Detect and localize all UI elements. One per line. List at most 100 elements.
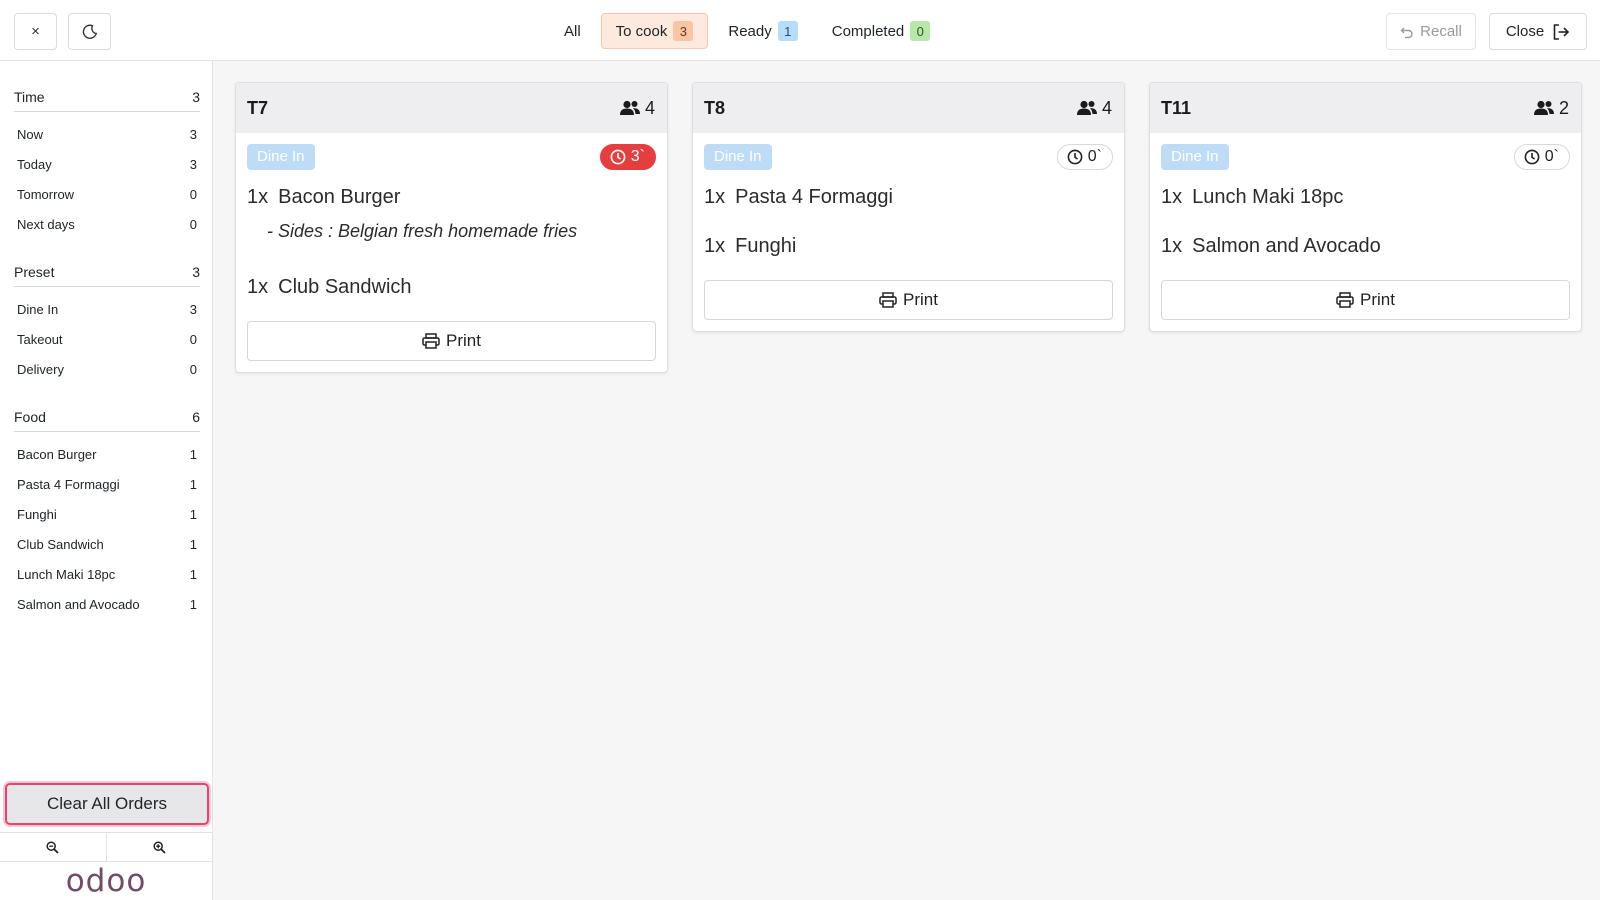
tab-to-cook[interactable]: To cook 3: [600, 13, 709, 49]
printer-icon: [422, 333, 440, 349]
card-body: Dine In 0` 1x Lunch Maki 18pc 1x Salmon …: [1150, 133, 1581, 331]
card-meta: Dine In 3`: [247, 143, 656, 170]
odoo-logo: odoo: [65, 863, 147, 899]
item-label: Now: [17, 126, 44, 142]
order-line[interactable]: 1x Lunch Maki 18pc: [1161, 186, 1570, 209]
item-label: Delivery: [17, 361, 64, 377]
sidebar-item-delivery[interactable]: Delivery 0: [17, 357, 197, 381]
tab-label: To cook: [615, 22, 668, 40]
guest-number: 4: [644, 97, 655, 118]
order-line[interactable]: 1x Bacon Burger: [247, 186, 656, 209]
line-qty: 1x: [1161, 235, 1183, 257]
order-line[interactable]: 1x Salmon and Avocado: [1161, 235, 1570, 258]
users-icon: [619, 100, 641, 116]
card-body: Dine In 3` 1x Bacon Burger - Sides : Bel…: [236, 133, 667, 372]
item-count: 0: [189, 186, 197, 202]
sidebar-item-salmon-avocado[interactable]: Salmon and Avocado 1: [17, 592, 197, 616]
order-line[interactable]: 1x Club Sandwich: [247, 276, 656, 299]
count-badge: 3: [673, 21, 694, 41]
item-label: Tomorrow: [17, 186, 75, 202]
line-qty: 1x: [1161, 186, 1183, 208]
filter-sidebar: Time 3 Now 3 Today 3 Tomorrow 0 Next day…: [0, 61, 213, 900]
printer-icon: [879, 292, 897, 308]
item-count: 0: [189, 216, 197, 232]
item-count: 1: [189, 596, 197, 612]
item-label: Bacon Burger: [17, 446, 97, 462]
close-x-button[interactable]: ×: [14, 13, 57, 50]
print-button[interactable]: Print: [247, 321, 656, 361]
close-button[interactable]: Close: [1489, 13, 1587, 50]
tab-completed[interactable]: Completed 0: [818, 13, 945, 49]
print-button[interactable]: Print: [704, 280, 1113, 320]
line-product: Salmon and Avocado: [1192, 235, 1381, 257]
section-title: Preset: [14, 263, 55, 280]
card-header: T7 4: [236, 83, 667, 133]
sidebar-section-time: Time 3: [14, 82, 200, 112]
order-line[interactable]: 1x Pasta 4 Formaggi: [704, 186, 1113, 209]
guest-count: 4: [619, 98, 655, 119]
print-button[interactable]: Print: [1161, 280, 1570, 320]
sidebar-item-pasta-4-formaggi[interactable]: Pasta 4 Formaggi 1: [17, 472, 197, 496]
sidebar-item-today[interactable]: Today 3: [17, 152, 197, 176]
table-number: T8: [704, 97, 726, 118]
order-line[interactable]: 1x Funghi: [704, 235, 1113, 258]
item-label: Club Sandwich: [17, 536, 104, 552]
zoom-controls: [0, 832, 212, 862]
timer-badge: 0`: [1513, 143, 1570, 170]
zoom-in-button[interactable]: [107, 833, 213, 861]
section-title: Time: [14, 88, 45, 105]
item-count: 1: [189, 476, 197, 492]
guest-count: 2: [1533, 98, 1569, 119]
order-card-t7[interactable]: T7 4 Dine In 3` 1x Bacon Burger - Sides …: [235, 82, 668, 373]
sidebar-item-bacon-burger[interactable]: Bacon Burger 1: [17, 442, 197, 466]
close-icon: ×: [31, 23, 40, 40]
count-badge: 1: [777, 21, 798, 41]
sidebar-item-takeout[interactable]: Takeout 0: [17, 327, 197, 351]
timer-value: 0`: [1087, 147, 1102, 165]
recall-button[interactable]: Recall: [1386, 13, 1476, 50]
item-count: 3: [189, 156, 197, 172]
line-qty: 1x: [704, 186, 726, 208]
zoom-out-button[interactable]: [0, 833, 107, 861]
item-count: 1: [189, 446, 197, 462]
order-card-t8[interactable]: T8 4 Dine In 0` 1x Pasta 4 Formaggi 1x F…: [692, 82, 1125, 332]
sidebar-item-club-sandwich[interactable]: Club Sandwich 1: [17, 532, 197, 556]
clear-all-orders-button[interactable]: Clear All Orders: [5, 783, 209, 825]
timer-badge: 3`: [599, 143, 656, 170]
dark-mode-button[interactable]: [68, 13, 111, 50]
tab-all[interactable]: All: [550, 13, 595, 49]
print-label: Print: [903, 290, 938, 309]
section-count: 6: [192, 408, 200, 425]
sidebar-item-next-days[interactable]: Next days 0: [17, 212, 197, 236]
sidebar-item-funghi[interactable]: Funghi 1: [17, 502, 197, 526]
item-count: 3: [189, 126, 197, 142]
sidebar-item-now[interactable]: Now 3: [17, 122, 197, 146]
sidebar-item-tomorrow[interactable]: Tomorrow 0: [17, 182, 197, 206]
section-count: 3: [192, 88, 200, 105]
order-card-t11[interactable]: T11 2 Dine In 0` 1x Lunch Maki 18pc 1x S…: [1149, 82, 1582, 332]
line-qty: 1x: [247, 276, 269, 298]
clock-icon: [1067, 149, 1083, 165]
printer-icon: [1336, 292, 1354, 308]
line-qty: 1x: [247, 186, 269, 208]
undo-icon: [1400, 25, 1414, 39]
count-badge: 0: [910, 21, 931, 41]
close-label: Close: [1505, 23, 1545, 40]
timer-value: 0`: [1544, 147, 1559, 165]
moon-icon: [82, 24, 98, 40]
sidebar-item-lunch-maki[interactable]: Lunch Maki 18pc 1: [17, 562, 197, 586]
sign-out-icon: [1552, 23, 1570, 41]
sidebar-item-dine-in[interactable]: Dine In 3: [17, 297, 197, 321]
zoom-out-icon: [46, 840, 59, 854]
card-header: T8 4: [693, 83, 1124, 133]
card-body: Dine In 0` 1x Pasta 4 Formaggi 1x Funghi…: [693, 133, 1124, 331]
table-number: T7: [247, 97, 269, 118]
item-label: Today: [17, 156, 52, 172]
item-label: Lunch Maki 18pc: [17, 566, 116, 582]
tab-label: Completed: [831, 22, 905, 40]
tab-ready[interactable]: Ready 1: [714, 13, 811, 49]
timer-badge: 0`: [1056, 143, 1113, 170]
sidebar-section-preset: Preset 3: [14, 257, 200, 287]
item-count: 1: [189, 536, 197, 552]
tab-label: All: [564, 22, 581, 40]
